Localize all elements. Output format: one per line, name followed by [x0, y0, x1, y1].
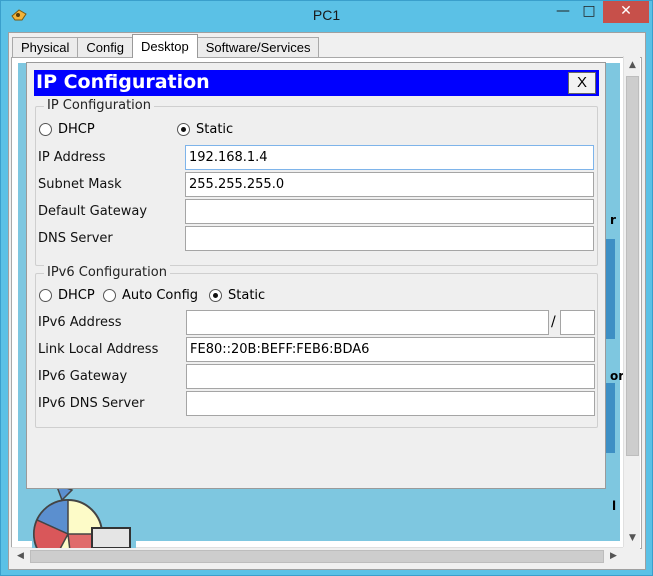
scrollbar-corner: [623, 547, 640, 564]
tab-desktop[interactable]: Desktop: [132, 34, 198, 58]
ipv6-gateway-input[interactable]: [186, 364, 595, 389]
ipv6-dhcp-radio[interactable]: DHCP: [39, 288, 95, 303]
tab-physical[interactable]: Physical: [12, 37, 79, 58]
ipv4-dhcp-radio[interactable]: DHCP: [39, 122, 95, 137]
prefix-separator: /: [551, 314, 556, 330]
default-gateway-input[interactable]: [185, 199, 594, 224]
close-window-button[interactable]: ✕: [603, 1, 649, 23]
link-local-address-input[interactable]: FE80::20B:BEFF:FEB6:BDA6: [186, 337, 595, 362]
ipv6-prefix-input[interactable]: [560, 310, 595, 335]
desktop-partial-label: l: [612, 499, 617, 513]
ipv6-address-label: IPv6 Address: [38, 315, 122, 330]
ipv6-address-input[interactable]: [186, 310, 549, 335]
ipv6-static-label: Static: [228, 288, 266, 303]
dialog-header: IP Configuration X: [34, 70, 599, 96]
ipv6-dns-server-label: IPv6 DNS Server: [38, 396, 145, 411]
ip-address-input[interactable]: 192.168.1.4: [185, 145, 594, 170]
ip-address-label: IP Address: [38, 150, 106, 165]
horizontal-scroll-thumb[interactable]: [30, 550, 604, 563]
pie-chart-app-icon[interactable]: [32, 488, 136, 548]
default-gateway-label: Default Gateway: [38, 204, 148, 219]
title-bar[interactable]: PC1 — □ ✕: [1, 1, 652, 31]
dialog-title: IP Configuration: [36, 71, 210, 93]
subnet-mask-input[interactable]: 255.255.255.0: [185, 172, 594, 197]
scroll-down-icon[interactable]: ▼: [624, 530, 641, 547]
ipv4-dhcp-label: DHCP: [58, 122, 95, 137]
radio-unchecked-icon[interactable]: [103, 289, 116, 302]
horizontal-scrollbar[interactable]: ◀ ▶: [11, 547, 623, 564]
maximize-button[interactable]: □: [576, 1, 602, 23]
scroll-up-icon[interactable]: ▲: [624, 57, 641, 74]
ipv4-static-label: Static: [196, 122, 234, 137]
ipv6-auto-config-radio[interactable]: Auto Config: [103, 288, 198, 303]
ipv4-static-radio[interactable]: Static: [177, 122, 233, 137]
subnet-mask-label: Subnet Mask: [38, 177, 122, 192]
ipv4-group-legend: IP Configuration: [44, 98, 154, 113]
ip-configuration-dialog: IP Configuration X IP Configuration DHCP…: [26, 62, 606, 489]
scroll-left-icon[interactable]: ◀: [12, 548, 29, 565]
minimize-button[interactable]: —: [550, 1, 576, 23]
ipv6-static-radio[interactable]: Static: [209, 288, 265, 303]
dns-server-label: DNS Server: [38, 231, 113, 246]
vertical-scrollbar[interactable]: ▲ ▼: [623, 56, 640, 548]
ipv6-gateway-label: IPv6 Gateway: [38, 369, 128, 384]
radio-unchecked-icon[interactable]: [39, 289, 52, 302]
vertical-scroll-thumb[interactable]: [626, 76, 639, 456]
dns-server-input[interactable]: [185, 226, 594, 251]
desktop-partial-label: r: [610, 213, 616, 227]
scroll-right-icon[interactable]: ▶: [605, 548, 622, 565]
ipv6-auto-config-label: Auto Config: [122, 288, 199, 303]
radio-checked-icon[interactable]: [177, 123, 190, 136]
link-local-address-label: Link Local Address: [38, 342, 159, 357]
radio-checked-icon[interactable]: [209, 289, 222, 302]
ipv6-dhcp-label: DHCP: [58, 288, 95, 303]
tab-config[interactable]: Config: [77, 37, 133, 58]
radio-unchecked-icon[interactable]: [39, 123, 52, 136]
tab-bar: Physical Config Desktop Software/Service…: [12, 34, 320, 58]
tab-software-services[interactable]: Software/Services: [196, 37, 320, 58]
ipv6-group-legend: IPv6 Configuration: [44, 265, 170, 280]
dialog-close-button[interactable]: X: [568, 72, 596, 94]
ipv6-dns-server-input[interactable]: [186, 391, 595, 416]
